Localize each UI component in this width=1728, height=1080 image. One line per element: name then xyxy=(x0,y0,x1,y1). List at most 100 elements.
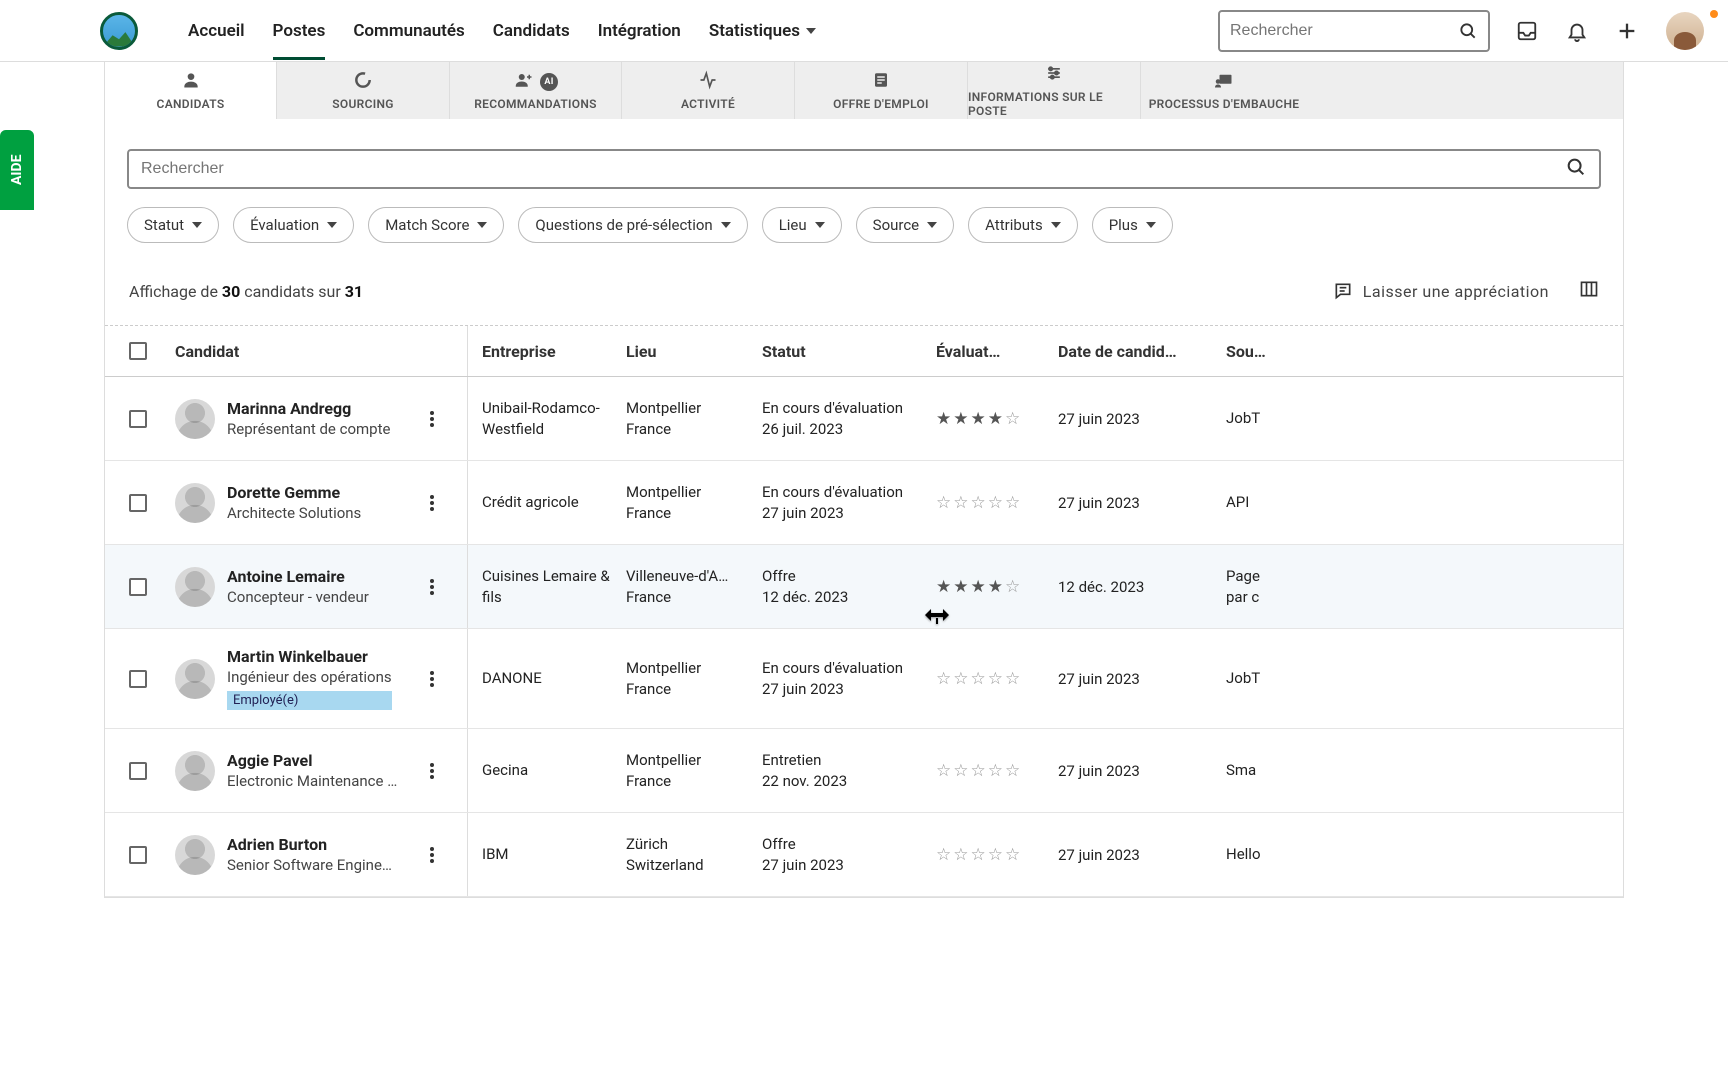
filter-chip-match-score[interactable]: Match Score xyxy=(368,207,504,243)
cell-status: En cours d'évaluation26 juil. 2023 xyxy=(762,398,936,439)
user-avatar[interactable] xyxy=(1666,12,1704,50)
global-search[interactable] xyxy=(1218,10,1490,52)
chevron-down-icon xyxy=(477,222,487,228)
star-icon: ★ xyxy=(988,577,1003,597)
chevron-down-icon xyxy=(927,222,937,228)
filter-chip-lieu[interactable]: Lieu xyxy=(762,207,842,243)
cell-rating[interactable]: ☆☆☆☆☆ xyxy=(936,761,1058,781)
search-icon[interactable] xyxy=(1458,21,1478,41)
col-header-evaluation[interactable]: Évaluat… xyxy=(936,342,1058,361)
table-row[interactable]: Marinna AndreggReprésentant de compteUni… xyxy=(105,377,1623,461)
nav-link-candidats[interactable]: Candidats xyxy=(493,3,570,59)
chevron-down-icon xyxy=(815,222,825,228)
inbox-icon[interactable] xyxy=(1516,20,1538,42)
star-icon: ☆ xyxy=(1005,493,1020,513)
row-checkbox[interactable] xyxy=(129,846,147,864)
nav-link-accueil[interactable]: Accueil xyxy=(188,3,245,59)
row-menu-icon[interactable] xyxy=(423,495,441,511)
star-icon: ☆ xyxy=(1005,845,1020,865)
cell-rating[interactable]: ☆☆☆☆☆ xyxy=(936,669,1058,689)
plus-icon[interactable] xyxy=(1616,20,1638,42)
filter-chip--valuation[interactable]: Évaluation xyxy=(233,207,354,243)
subtab-sourcing[interactable]: SOURCING xyxy=(277,62,450,119)
nav-link-communautés[interactable]: Communautés xyxy=(353,3,464,59)
cell-rating[interactable]: ☆☆☆☆☆ xyxy=(936,493,1058,513)
row-menu-icon[interactable] xyxy=(423,847,441,863)
nav-link-postes[interactable]: Postes xyxy=(273,3,326,59)
table-row[interactable]: Dorette GemmeArchitecte SolutionsCrédit … xyxy=(105,461,1623,545)
col-header-candidate[interactable]: Candidat xyxy=(171,342,467,361)
nav-link-intégration[interactable]: Intégration xyxy=(598,3,681,59)
row-menu-icon[interactable] xyxy=(423,411,441,427)
subtab-offre-d-emploi[interactable]: OFFRE D'EMPLOI xyxy=(795,62,968,119)
col-header-company[interactable]: Entreprise xyxy=(468,342,626,361)
subtab-label: ACTIVITÉ xyxy=(681,97,735,111)
candidate-avatar[interactable] xyxy=(175,751,215,791)
cell-date: 27 juin 2023 xyxy=(1058,762,1226,780)
cell-rating[interactable]: ☆☆☆☆☆ xyxy=(936,845,1058,865)
col-header-location[interactable]: Lieu xyxy=(626,342,762,361)
cell-rating[interactable]: ★★★★☆ xyxy=(936,409,1058,429)
candidate-avatar[interactable] xyxy=(175,567,215,607)
filter-chip-plus[interactable]: Plus xyxy=(1092,207,1173,243)
chevron-down-icon xyxy=(327,222,337,228)
filter-chip-questions-de-pr-s-lection[interactable]: Questions de pré-sélection xyxy=(518,207,747,243)
subtab-candidats[interactable]: CANDIDATS xyxy=(105,62,277,119)
subtab-informations-sur-le-poste[interactable]: INFORMATIONS SUR LE POSTE xyxy=(968,62,1141,119)
candidate-title: Représentant de compte xyxy=(227,420,390,438)
row-menu-icon[interactable] xyxy=(423,671,441,687)
row-menu-icon[interactable] xyxy=(423,579,441,595)
table-row[interactable]: Martin WinkelbauerIngénieur des opératio… xyxy=(105,629,1623,729)
help-tab[interactable]: AIDE xyxy=(0,130,34,210)
subtab-processus-d-embauche[interactable]: PROCESSUS D'EMBAUCHE xyxy=(1141,62,1307,119)
subtab-label: PROCESSUS D'EMBAUCHE xyxy=(1149,97,1300,111)
bell-icon[interactable] xyxy=(1566,20,1588,42)
select-all-checkbox[interactable] xyxy=(129,342,147,360)
cell-status: En cours d'évaluation27 juin 2023 xyxy=(762,658,936,699)
col-header-source[interactable]: Sou… xyxy=(1226,342,1623,361)
star-icon: ☆ xyxy=(971,669,986,689)
cell-location: ZürichSwitzerland xyxy=(626,834,762,875)
candidate-avatar[interactable] xyxy=(175,659,215,699)
candidate-name: Adrien Burton xyxy=(227,835,399,854)
star-icon: ★ xyxy=(953,577,968,597)
col-header-date[interactable]: Date de candid… xyxy=(1058,342,1226,361)
star-icon: ☆ xyxy=(988,493,1003,513)
nav-link-statistiques[interactable]: Statistiques xyxy=(709,3,816,59)
candidate-name: Antoine Lemaire xyxy=(227,567,369,586)
table-row[interactable]: Adrien BurtonSenior Software Enginee…IBM… xyxy=(105,813,1623,897)
app-logo[interactable] xyxy=(100,12,138,50)
subtab-icon xyxy=(1044,63,1064,86)
star-icon: ★ xyxy=(971,409,986,429)
columns-icon[interactable] xyxy=(1579,279,1599,303)
chip-label: Plus xyxy=(1109,216,1138,234)
candidate-avatar[interactable] xyxy=(175,399,215,439)
filter-chip-source[interactable]: Source xyxy=(856,207,954,243)
cell-date: 27 juin 2023 xyxy=(1058,494,1226,512)
table-row[interactable]: Antoine LemaireConcepteur - vendeurCuisi… xyxy=(105,545,1623,629)
filter-chip-statut[interactable]: Statut xyxy=(127,207,219,243)
row-menu-icon[interactable] xyxy=(424,763,441,779)
subtab-label: RECOMMANDATIONS xyxy=(474,97,597,111)
global-search-input[interactable] xyxy=(1230,22,1458,40)
candidates-search-input[interactable] xyxy=(141,160,1565,178)
subtab-activit-[interactable]: ACTIVITÉ xyxy=(622,62,795,119)
candidate-avatar[interactable] xyxy=(175,835,215,875)
subtab-recommandations[interactable]: AIRECOMMANDATIONS xyxy=(450,62,622,119)
row-checkbox[interactable] xyxy=(129,578,147,596)
cell-status: En cours d'évaluation27 juin 2023 xyxy=(762,482,936,523)
leave-review-link[interactable]: Laisser une appréciation xyxy=(1333,281,1549,301)
row-checkbox[interactable] xyxy=(129,762,147,780)
candidate-name: Aggie Pavel xyxy=(227,751,400,770)
search-icon[interactable] xyxy=(1565,156,1587,182)
row-checkbox[interactable] xyxy=(129,670,147,688)
col-header-status[interactable]: Statut xyxy=(762,342,936,361)
chip-label: Attributs xyxy=(985,216,1043,234)
row-checkbox[interactable] xyxy=(129,494,147,512)
candidate-avatar[interactable] xyxy=(175,483,215,523)
cell-rating[interactable]: ★★★★☆ xyxy=(936,577,1058,597)
candidates-search[interactable] xyxy=(127,149,1601,189)
row-checkbox[interactable] xyxy=(129,410,147,428)
filter-chip-attributs[interactable]: Attributs xyxy=(968,207,1078,243)
table-row[interactable]: Aggie PavelElectronic Maintenance S…Geci… xyxy=(105,729,1623,813)
